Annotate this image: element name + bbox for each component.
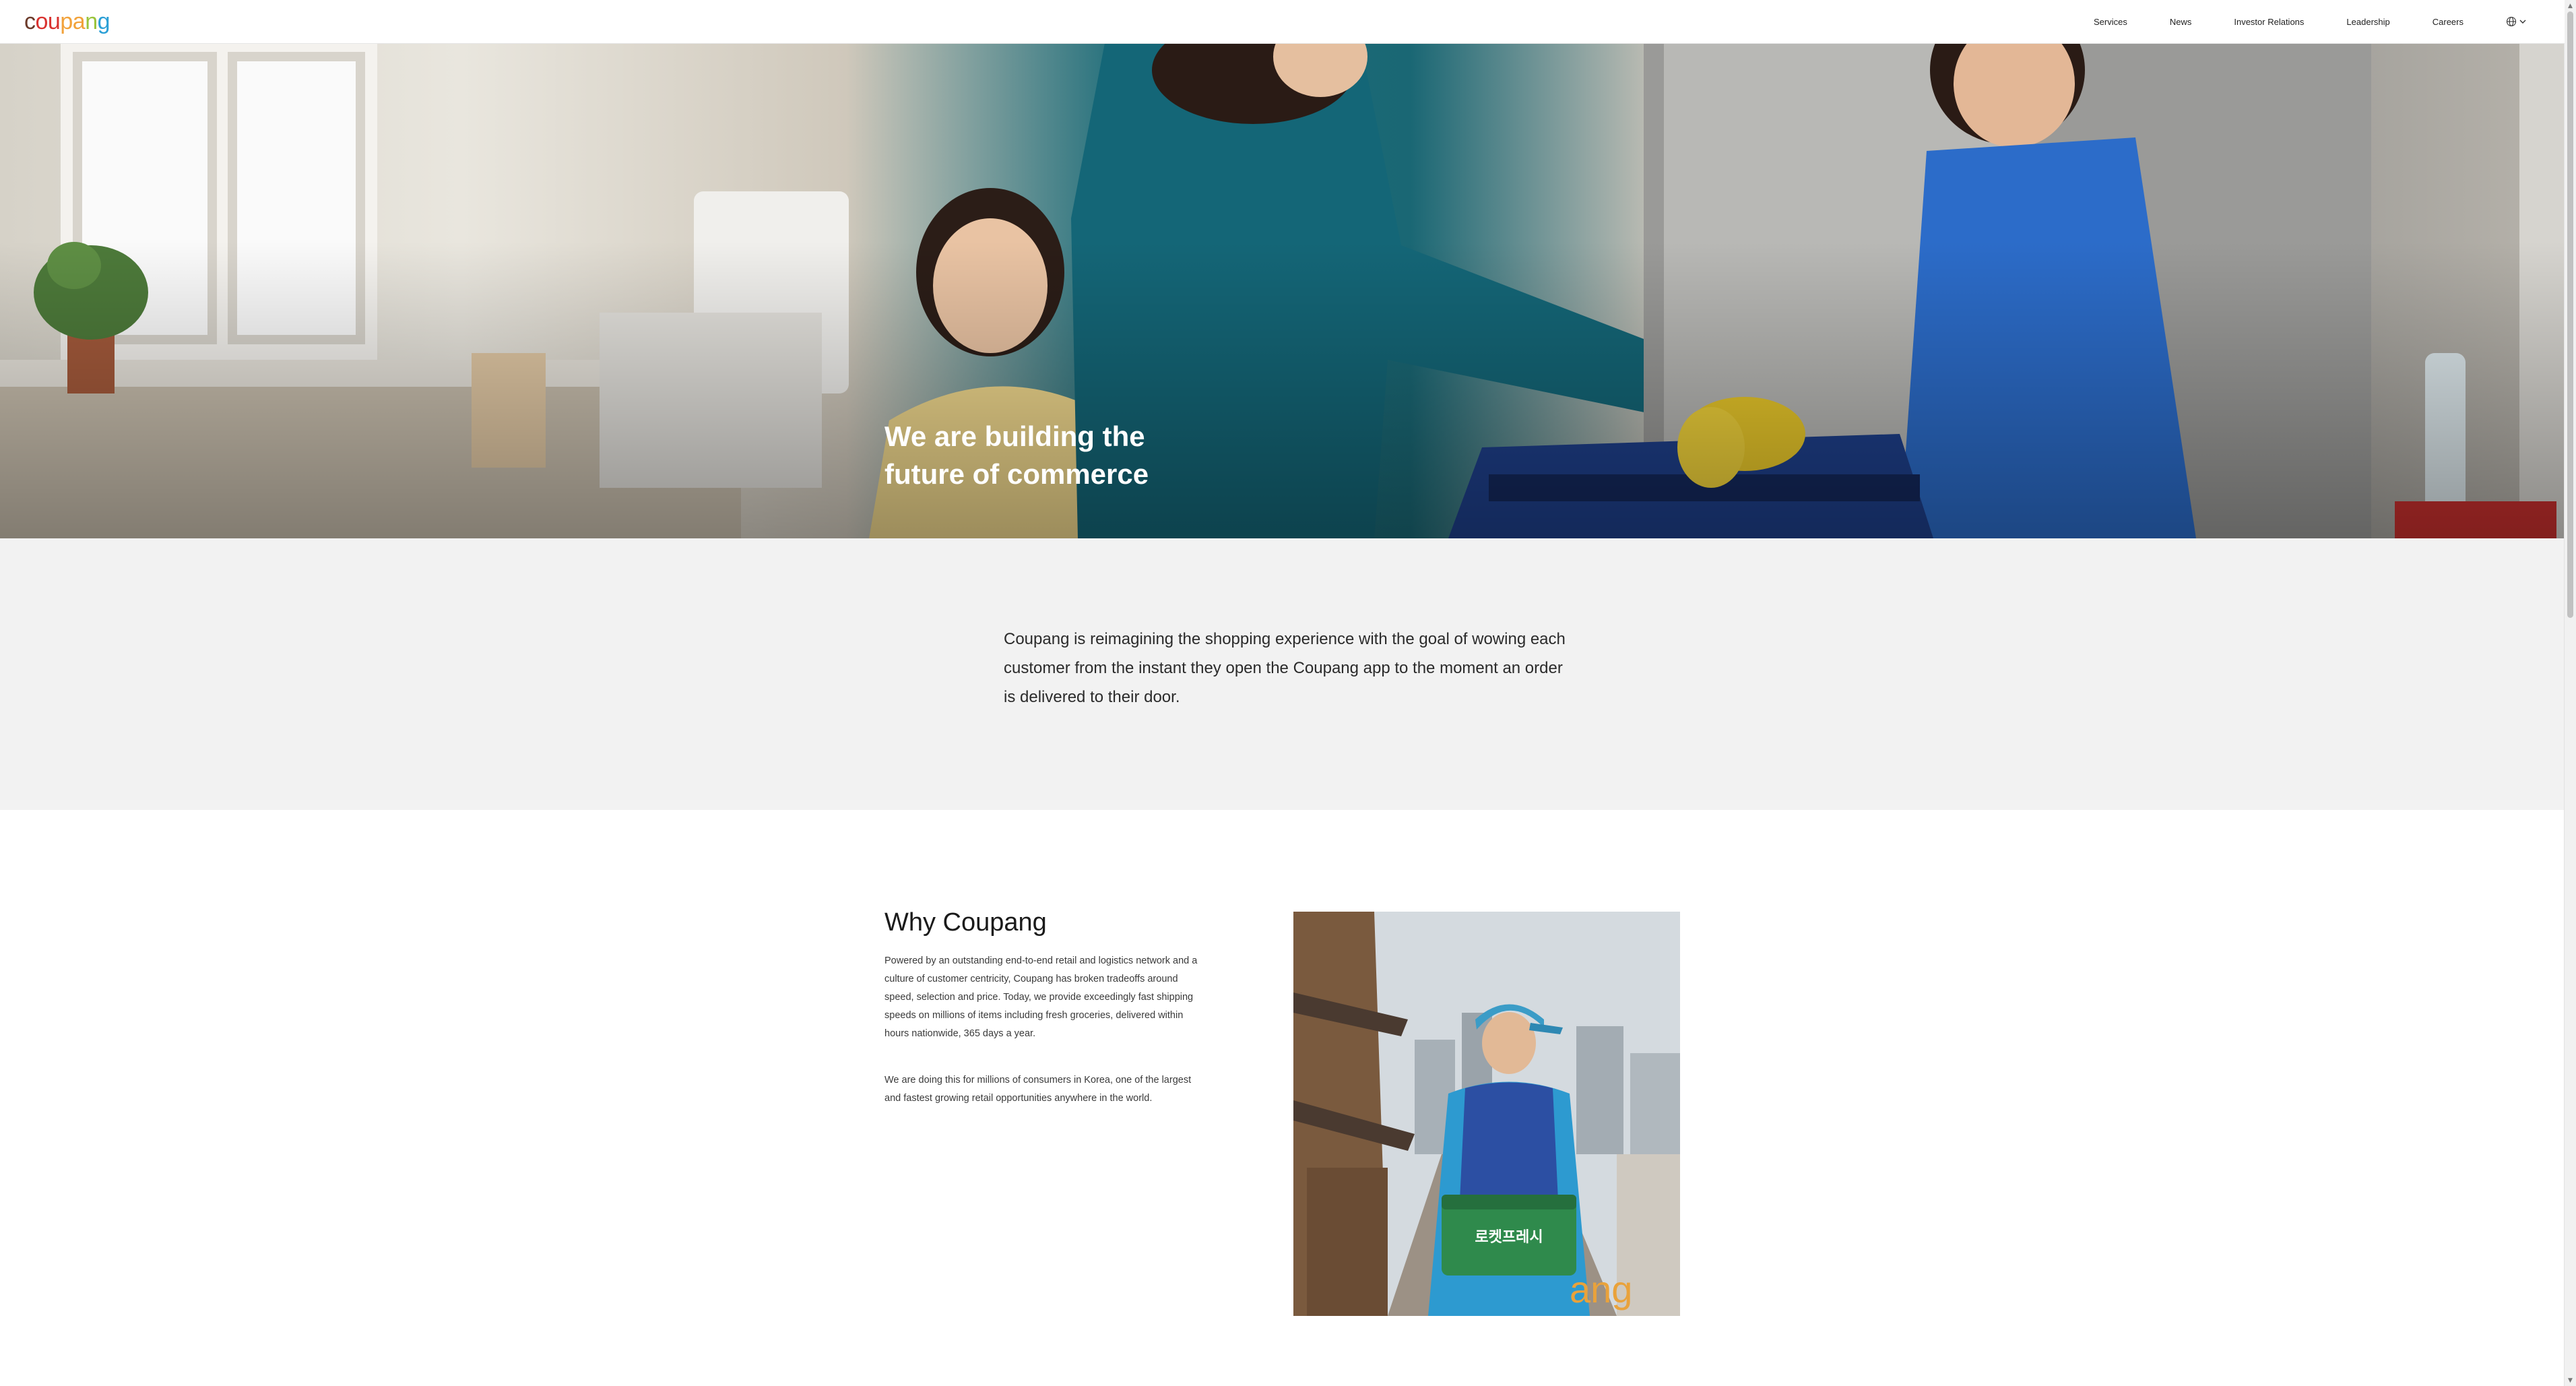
logo-letter: g: [97, 9, 110, 34]
nav-item-services[interactable]: Services: [2094, 17, 2127, 27]
hero-banner: We are building the future of commerce: [0, 43, 2565, 538]
globe-icon: [2506, 16, 2517, 27]
scroll-thumb[interactable]: [2567, 11, 2573, 618]
delivery-worker-illustration: 로켓프레시 ang: [1293, 912, 1680, 1316]
logo-letter: u: [47, 9, 61, 34]
chevron-down-icon: [2519, 20, 2526, 24]
logo-letter: o: [35, 9, 49, 34]
cooler-box-label: 로켓프레시: [1475, 1229, 1543, 1246]
scroll-up-arrow-icon[interactable]: ▲: [2565, 0, 2576, 11]
hero-title-line-1: We are building the: [884, 420, 1145, 452]
why-coupang-paragraph-1: Powered by an outstanding end-to-end ret…: [884, 955, 1198, 1039]
hero-title: We are building the future of commerce: [884, 418, 1235, 493]
truck-sign-text: ang: [1570, 1268, 1632, 1311]
main-nav: Services News Investor Relations Leaders…: [2094, 0, 2527, 43]
site-header: coupang Services News Investor Relations…: [0, 0, 2565, 44]
hero-title-line-2: future of commerce: [884, 458, 1149, 490]
nav-item-careers[interactable]: Careers: [2433, 17, 2464, 27]
delivery-worker-photo: 로켓프레시 ang: [1293, 912, 1680, 1316]
logo-letter: p: [60, 9, 73, 34]
page-scrollbar[interactable]: ▲ ▼: [2564, 0, 2576, 1386]
coupang-logo[interactable]: coupang: [24, 8, 110, 35]
intro-section: Coupang is reimagining the shopping expe…: [0, 538, 2565, 810]
nav-item-investor-relations[interactable]: Investor Relations: [2234, 17, 2304, 27]
language-selector[interactable]: [2506, 16, 2527, 27]
logo-letter: c: [24, 9, 36, 34]
why-coupang-paragraph-2: We are doing this for millions of consum…: [884, 1075, 1192, 1104]
hero-shade-overlay: [0, 43, 2565, 538]
why-coupang-title: Why Coupang: [884, 908, 1047, 937]
logo-letter: a: [72, 9, 86, 34]
nav-item-news[interactable]: News: [2170, 17, 2192, 27]
scroll-down-arrow-icon[interactable]: ▼: [2565, 1375, 2576, 1386]
logo-letter: n: [85, 9, 98, 34]
nav-item-leadership[interactable]: Leadership: [2346, 17, 2389, 27]
intro-text: Coupang is reimagining the shopping expe…: [1004, 630, 1566, 706]
